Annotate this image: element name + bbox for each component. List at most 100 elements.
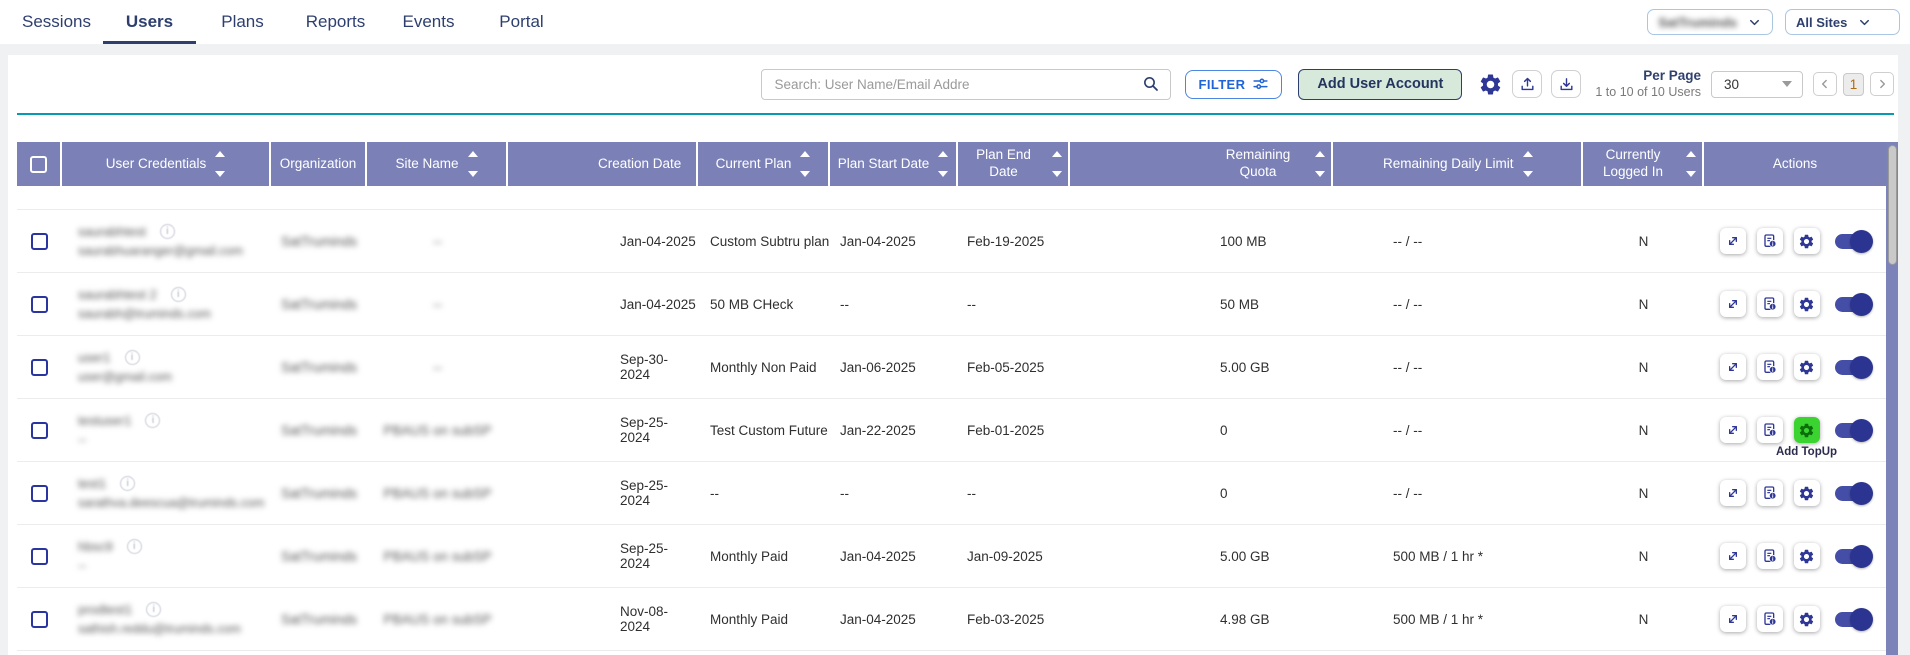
- user-settings-button[interactable]: [1794, 291, 1820, 317]
- table-settings-gear-icon[interactable]: [1478, 72, 1503, 97]
- column-header-user-credentials[interactable]: User Credentials: [62, 142, 271, 186]
- site-select[interactable]: All Sites: [1785, 9, 1900, 35]
- tab-plans[interactable]: Plans: [196, 0, 289, 44]
- filter-button[interactable]: FILTER: [1185, 70, 1282, 99]
- user-enabled-toggle[interactable]: [1835, 234, 1871, 249]
- table-row: saurabhtest saurabhuaranger@gmail.com Sa…: [17, 210, 1886, 273]
- row-checkbox[interactable]: [31, 548, 48, 565]
- organization-cell: SatTruminds: [271, 336, 367, 398]
- remaining-daily-limit-cell: -- / --: [1333, 210, 1583, 272]
- user-enabled-toggle[interactable]: [1835, 423, 1871, 438]
- user-settings-button[interactable]: [1794, 480, 1820, 506]
- site-name-cell: PBAUS on subSP: [367, 525, 508, 587]
- user-enabled-toggle[interactable]: [1835, 297, 1871, 312]
- expand-user-button[interactable]: [1720, 417, 1746, 443]
- expand-user-button[interactable]: [1720, 228, 1746, 254]
- sort-arrows-icon[interactable]: [1686, 151, 1696, 177]
- user-enabled-toggle[interactable]: [1835, 360, 1871, 375]
- creation-date-cell: Sep-25-2024: [508, 462, 698, 524]
- account-details-button[interactable]: [1757, 543, 1783, 569]
- row-checkbox[interactable]: [31, 485, 48, 502]
- expand-user-button[interactable]: [1720, 291, 1746, 317]
- search-icon[interactable]: [1142, 75, 1160, 93]
- vertical-scrollbar-track[interactable]: [1886, 142, 1898, 655]
- row-checkbox[interactable]: [31, 296, 48, 313]
- export-upload-button[interactable]: [1512, 70, 1542, 98]
- site-name-redacted: --: [433, 234, 442, 249]
- next-page-button[interactable]: [1870, 72, 1894, 96]
- organization-select[interactable]: SatTruminds: [1647, 9, 1773, 35]
- sort-arrows-icon[interactable]: [938, 151, 948, 177]
- tab-events[interactable]: Events: [382, 0, 475, 44]
- expand-user-button[interactable]: [1720, 606, 1746, 632]
- user-settings-button[interactable]: [1794, 543, 1820, 569]
- remaining-quota-cell: 4.98 GB: [1070, 588, 1333, 650]
- expand-user-button[interactable]: [1720, 543, 1746, 569]
- tab-portal[interactable]: Portal: [475, 0, 568, 44]
- tab-reports[interactable]: Reports: [289, 0, 382, 44]
- user-enabled-toggle[interactable]: [1835, 612, 1871, 627]
- user-settings-button[interactable]: [1794, 417, 1820, 443]
- column-header-creation-date[interactable]: Creation Date: [508, 142, 698, 186]
- user-credentials-cell: hbsc9 --: [62, 525, 271, 587]
- organization-redacted: SatTruminds: [281, 360, 357, 375]
- account-details-button[interactable]: [1757, 417, 1783, 443]
- user-info-icon[interactable]: [171, 287, 186, 302]
- search-box[interactable]: [761, 69, 1171, 100]
- per-page-info: Per Page 1 to 10 of 10 Users: [1595, 68, 1701, 101]
- user-settings-button[interactable]: [1794, 606, 1820, 632]
- row-checkbox[interactable]: [31, 233, 48, 250]
- tab-users[interactable]: Users: [103, 0, 196, 44]
- expand-icon: [1725, 611, 1741, 627]
- column-header-plan-start-date[interactable]: Plan Start Date: [830, 142, 958, 186]
- sort-arrows-icon[interactable]: [1052, 151, 1062, 177]
- column-header-site-name[interactable]: Site Name: [367, 142, 508, 186]
- user-settings-button[interactable]: [1794, 228, 1820, 254]
- user-settings-button[interactable]: [1794, 354, 1820, 380]
- user-info-icon[interactable]: [125, 350, 140, 365]
- user-info-icon[interactable]: [160, 224, 175, 239]
- column-header-plan-end-date[interactable]: Plan End Date: [958, 142, 1070, 186]
- user-info-icon[interactable]: [127, 539, 142, 554]
- user-info-icon[interactable]: [146, 602, 161, 617]
- vertical-scrollbar-thumb[interactable]: [1888, 145, 1897, 265]
- expand-icon: [1725, 548, 1741, 564]
- account-details-button[interactable]: [1757, 291, 1783, 317]
- user-enabled-toggle[interactable]: [1835, 486, 1871, 501]
- user-info-icon[interactable]: [120, 476, 135, 491]
- account-details-button[interactable]: [1757, 354, 1783, 380]
- row-checkbox-cell: [17, 462, 62, 524]
- currently-logged-in-cell: N: [1583, 273, 1704, 335]
- sort-arrows-icon[interactable]: [468, 151, 478, 177]
- remaining-daily-limit-cell: -- / --: [1333, 273, 1583, 335]
- sort-arrows-icon[interactable]: [1523, 151, 1533, 177]
- expand-user-button[interactable]: [1720, 354, 1746, 380]
- column-header-remaining-daily-limit[interactable]: Remaining Daily Limit: [1333, 142, 1583, 186]
- previous-page-button[interactable]: [1813, 72, 1837, 96]
- sort-arrows-icon[interactable]: [800, 151, 810, 177]
- user-enabled-toggle[interactable]: [1835, 549, 1871, 564]
- per-page-select[interactable]: 30: [1711, 71, 1803, 98]
- column-header-currently-logged-in[interactable]: Currently Logged In: [1583, 142, 1704, 186]
- column-header-remaining-quota[interactable]: Remaining Quota: [1070, 142, 1333, 186]
- expand-user-button[interactable]: [1720, 480, 1746, 506]
- account-details-button[interactable]: [1757, 606, 1783, 632]
- gear-icon: [1798, 611, 1815, 628]
- sort-arrows-icon[interactable]: [1315, 151, 1325, 177]
- tab-sessions[interactable]: Sessions: [10, 0, 103, 44]
- row-checkbox-cell: [17, 210, 62, 272]
- column-header-current-plan[interactable]: Current Plan: [698, 142, 830, 186]
- account-details-button[interactable]: [1757, 228, 1783, 254]
- current-page-number[interactable]: 1: [1843, 73, 1864, 96]
- select-all-checkbox[interactable]: [30, 156, 47, 173]
- sort-arrows-icon[interactable]: [215, 151, 225, 177]
- add-user-account-button[interactable]: Add User Account: [1298, 69, 1462, 100]
- row-checkbox[interactable]: [31, 422, 48, 439]
- download-button[interactable]: [1551, 70, 1581, 98]
- user-info-icon[interactable]: [145, 413, 160, 428]
- column-header-organization[interactable]: Organization: [271, 142, 367, 186]
- row-checkbox[interactable]: [31, 611, 48, 628]
- row-checkbox[interactable]: [31, 359, 48, 376]
- search-input[interactable]: [774, 77, 1142, 92]
- account-details-button[interactable]: [1757, 480, 1783, 506]
